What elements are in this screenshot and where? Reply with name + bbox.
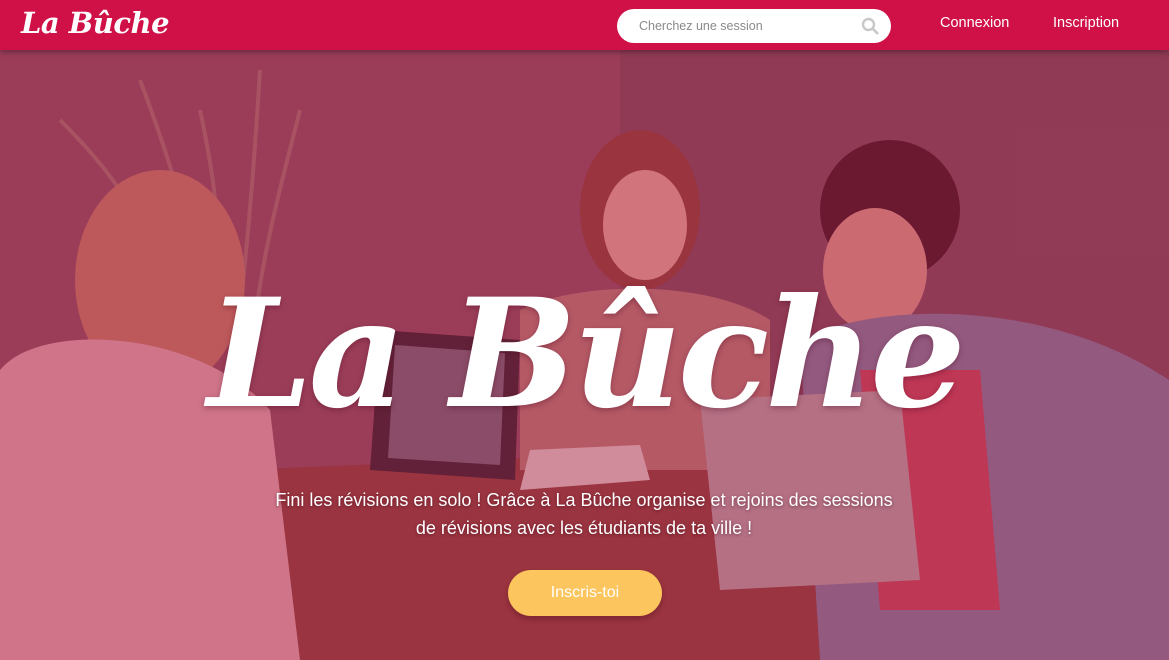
search-bar [617, 9, 891, 43]
signup-link[interactable]: Inscription [1053, 14, 1119, 32]
search-icon[interactable] [861, 17, 879, 35]
search-input[interactable] [617, 9, 857, 43]
hero-section: La Bûche Fini les révisions en solo ! Gr… [0, 50, 1169, 660]
login-link[interactable]: Connexion [940, 14, 1009, 32]
hero-subtitle: Fini les révisions en solo ! Grâce à La … [275, 490, 893, 538]
navbar: La Bûche Connexion Inscription [0, 0, 1169, 50]
hero-title: La Bûche [207, 266, 966, 442]
signup-cta-button[interactable]: Inscris-toi [508, 570, 662, 616]
brand-logo[interactable]: La Bûche [21, 4, 170, 42]
